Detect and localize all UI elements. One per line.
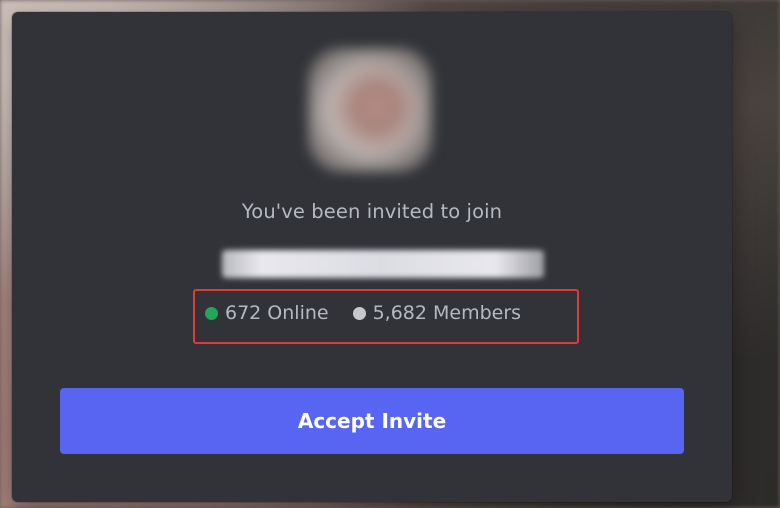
server-stats: 672 Online 5,682 Members (205, 298, 521, 328)
server-icon (308, 48, 432, 172)
online-stat: 672 Online (205, 302, 329, 324)
invite-subtitle: You've been invited to join (241, 200, 503, 223)
online-dot-icon (205, 306, 218, 320)
server-name-redacted (222, 250, 544, 278)
online-count: 672 Online (225, 302, 329, 324)
members-stat: 5,682 Members (352, 302, 522, 324)
members-dot-icon (352, 306, 366, 320)
accept-invite-button[interactable]: Accept Invite (60, 388, 684, 454)
member-count: 5,682 Members (372, 302, 522, 324)
invite-modal: You've been invited to join 672 Online 5… (12, 12, 732, 502)
